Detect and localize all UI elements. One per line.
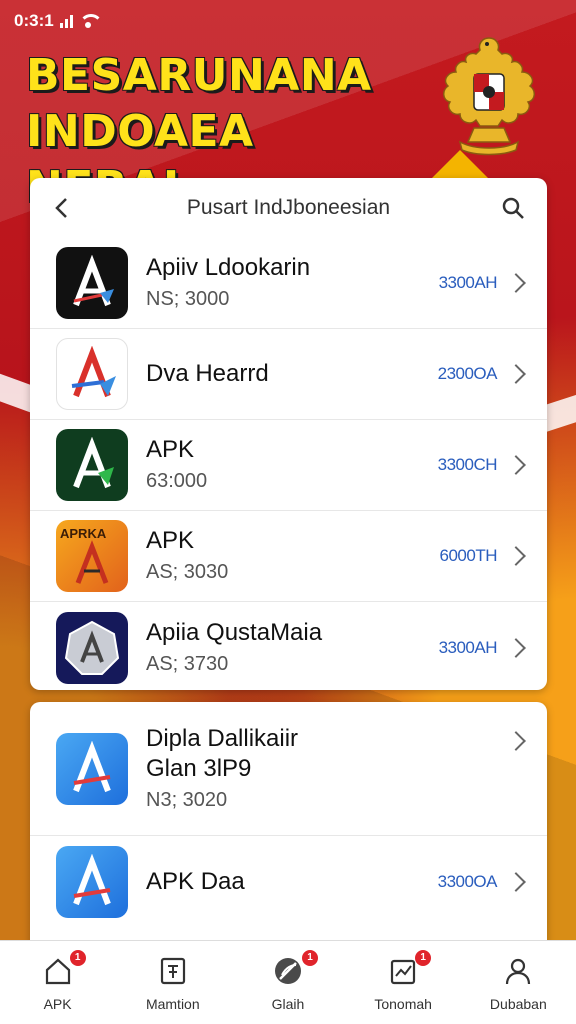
app-a-orange-icon: APRKA <box>56 520 128 592</box>
status-time: 0:3:1 <box>14 11 54 30</box>
nav-label: Dubaban <box>489 995 547 1012</box>
card-header: Pusart IndJboneesian <box>30 178 547 238</box>
app-size: 2300OA <box>437 364 498 383</box>
app-row[interactable]: Apiia QustaMaia AS; 3730 3300AH <box>30 602 547 690</box>
chevron-left-icon <box>55 198 67 218</box>
app-row[interactable]: APRKA APK AS; 3030 6000TH <box>30 511 547 602</box>
app-a-navy-icon <box>56 611 128 684</box>
notification-badge: 1 <box>301 949 318 966</box>
app-a-blue2-icon <box>56 845 128 918</box>
notification-badge: 1 <box>69 949 86 966</box>
app-row[interactable]: APK Daa 3300OA <box>30 836 547 927</box>
app-list-card-2: Dipla Dallikaiir Glan 3lP9 N3; 3020 APK … <box>30 702 547 952</box>
app-a-white-icon <box>56 338 128 410</box>
app-list-card: Pusart IndJboneesian Apiiv Ldookarin NS;… <box>30 178 547 690</box>
search-button[interactable] <box>499 194 527 222</box>
nav-label: Mamtion <box>145 995 200 1012</box>
app-row[interactable]: Dipla Dallikaiir Glan 3lP9 N3; 3020 <box>30 702 547 836</box>
nav-item-apk[interactable]: 1 APK <box>8 949 108 1012</box>
nav-item-mamtion[interactable]: Mamtion <box>123 954 223 1012</box>
nav-label: Tonomah <box>374 995 432 1012</box>
nav-label: Glaih <box>271 995 305 1012</box>
app-size: 3300CH <box>437 455 498 474</box>
app-size: 6000TH <box>439 546 498 565</box>
app-row[interactable]: Apiiv Ldookarin NS; 3000 3300AH <box>30 238 547 329</box>
profile-icon <box>501 954 535 988</box>
app-name: Dipla Dallikaiir <box>146 724 299 752</box>
status-bar: 0:3:1 <box>14 8 103 34</box>
nav-item-tonomah[interactable]: 1 Tonomah <box>353 949 453 1012</box>
garuda-emblem-icon <box>443 37 535 156</box>
bottom-nav: 1 APK Mamtion 1 Glaih 1 Tonomah Dubaban <box>0 940 576 1024</box>
notification-badge: 1 <box>415 949 432 966</box>
app-size: 3300AH <box>438 273 498 292</box>
search-icon <box>502 197 524 219</box>
app-size: 3300OA <box>437 871 498 891</box>
nav-item-dubaban[interactable]: Dubaban <box>468 954 568 1012</box>
app-a-green-icon <box>56 429 128 501</box>
back-button[interactable] <box>48 194 76 222</box>
nav-item-glaih[interactable]: 1 Glaih <box>238 949 338 1012</box>
app-row[interactable]: APK 63:000 3300CH <box>30 420 547 511</box>
compass-icon <box>271 954 305 988</box>
app-a-black-icon <box>56 247 128 319</box>
wifi-icon <box>78 14 103 28</box>
icon-label: APRKA <box>60 526 107 541</box>
app-a-blue-icon <box>56 732 128 805</box>
bookmark-icon <box>156 954 190 988</box>
app-version: N3; 3020 <box>146 788 228 811</box>
page-title: Pusart IndJboneesian <box>186 196 391 219</box>
app-name-line-2: Glan 3lP9 <box>146 754 252 782</box>
app-size: 3300AH <box>438 637 498 657</box>
app-row[interactable]: Dva Hearrd 2300OA <box>30 329 547 420</box>
nav-label: APK <box>43 995 72 1012</box>
signal-icon <box>59 14 73 28</box>
banner-line-1: BESARUNANA <box>26 50 372 101</box>
